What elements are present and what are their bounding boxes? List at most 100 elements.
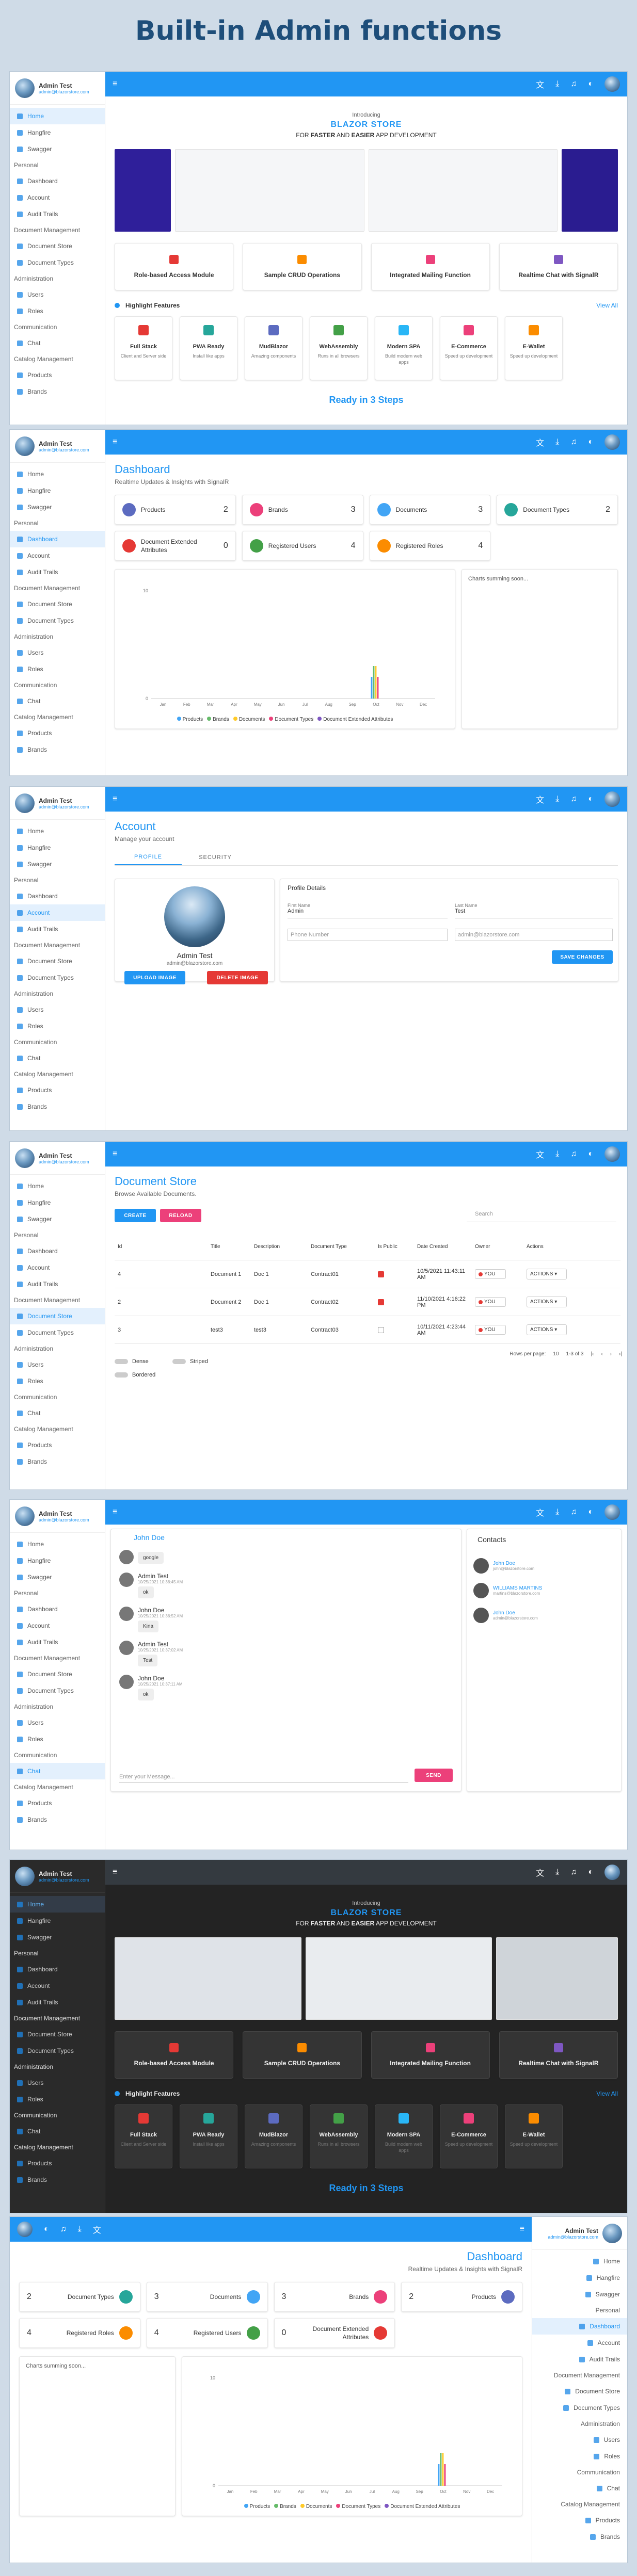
legend-item[interactable]: Products xyxy=(177,717,203,722)
theme-toggle-icon[interactable]: ◐ xyxy=(588,1508,593,1517)
notification-icon[interactable]: ♫ xyxy=(570,1868,577,1877)
striped-toggle[interactable]: Striped xyxy=(172,1358,208,1365)
user-card[interactable]: Admin Test admin@blazorstore.com xyxy=(10,1142,105,1175)
sidebar-item[interactable]: Dashboard xyxy=(10,1243,105,1259)
sidebar-item[interactable]: Roles xyxy=(10,1373,105,1389)
sidebar-item[interactable]: Users xyxy=(10,1356,105,1373)
search-input[interactable]: Search xyxy=(467,1211,616,1222)
theme-toggle-icon[interactable]: ◐ xyxy=(588,795,593,804)
notification-icon[interactable]: ♫ xyxy=(570,1149,577,1159)
sidebar-item[interactable]: Document Types xyxy=(10,1324,105,1341)
next-page-icon[interactable]: › xyxy=(610,1351,612,1357)
sidebar-item[interactable]: Swagger xyxy=(532,2286,627,2303)
sidebar-item[interactable]: Dashboard xyxy=(10,888,105,904)
theme-toggle-icon[interactable]: ◐ xyxy=(588,79,593,89)
feature-card[interactable]: Role-based Access Module xyxy=(115,243,234,290)
sidebar-item[interactable]: Account xyxy=(10,1617,105,1634)
highlight-card[interactable]: E-Wallet Speed up development xyxy=(505,316,563,380)
email-field[interactable]: admin@blazorstore.com xyxy=(455,929,613,941)
contact-item[interactable]: John Doe admin@blazorstore.com xyxy=(473,1608,613,1623)
stat-card[interactable]: Registered Users 4 xyxy=(242,531,363,561)
contact-item[interactable]: WILLIAMS MARTINS martins@blazorstore.com xyxy=(473,1583,613,1598)
user-card[interactable]: Admin Test admin@blazorstore.com xyxy=(532,2217,627,2250)
sidebar-item[interactable]: Audit Trails xyxy=(10,206,105,222)
sidebar-item[interactable]: Document Store xyxy=(10,238,105,254)
feature-card[interactable]: Sample CRUD Operations xyxy=(243,243,362,290)
user-card[interactable]: Admin Test admin@blazorstore.com xyxy=(10,1860,105,1893)
sidebar-item[interactable]: Hangfire xyxy=(10,124,105,141)
send-button[interactable]: SEND xyxy=(415,1769,453,1782)
legend-item[interactable]: Document Types xyxy=(269,717,313,722)
sidebar-item[interactable]: Document Store xyxy=(532,2383,627,2400)
sidebar-item[interactable]: Roles xyxy=(10,2091,105,2108)
feature-card[interactable]: Integrated Mailing Function xyxy=(371,243,490,290)
stat-card[interactable]: Document Types 2 xyxy=(497,495,618,525)
sidebar-item[interactable]: Audit Trails xyxy=(10,1276,105,1292)
legend-item[interactable]: Document Types xyxy=(336,2504,380,2509)
rows-per-page-select[interactable]: 10 xyxy=(553,1351,559,1357)
sidebar-item[interactable]: Audit Trails xyxy=(10,1634,105,1650)
reload-button[interactable]: RELOAD xyxy=(160,1209,201,1222)
sidebar-item[interactable]: Swagger xyxy=(10,1929,105,1946)
sidebar-item[interactable]: Hangfire xyxy=(10,482,105,499)
sidebar-item[interactable]: Audit Trails xyxy=(10,1994,105,2011)
column-header[interactable]: Date Created xyxy=(414,1244,472,1250)
sidebar-item[interactable]: Products xyxy=(10,1082,105,1098)
sidebar-item[interactable]: Roles xyxy=(10,1018,105,1034)
stat-card[interactable]: Documents 3 xyxy=(146,2282,268,2312)
sidebar-item[interactable]: Audit Trails xyxy=(10,564,105,580)
sidebar-item[interactable]: Account xyxy=(10,189,105,206)
sidebar-item[interactable]: Chat xyxy=(10,1763,105,1779)
tab-profile[interactable]: PROFILE xyxy=(115,850,182,865)
prev-page-icon[interactable]: ‹ xyxy=(601,1351,602,1357)
menu-icon[interactable]: ≡ xyxy=(113,79,117,89)
stat-card[interactable]: Products 2 xyxy=(401,2282,522,2312)
sidebar-item[interactable]: Document Store xyxy=(10,953,105,969)
translate-icon[interactable]: 文 xyxy=(536,1866,544,1878)
sidebar-item[interactable]: Roles xyxy=(10,1731,105,1747)
legend-item[interactable]: Brands xyxy=(274,2504,296,2509)
stat-card[interactable]: Registered Roles 4 xyxy=(19,2318,140,2348)
menu-icon[interactable]: ≡ xyxy=(113,438,117,447)
sidebar-item[interactable]: Swagger xyxy=(10,1211,105,1227)
table-row[interactable]: 2 Document 2 Doc 1 Contract02 11/10/2021 4:1… xyxy=(115,1288,620,1316)
sidebar-item[interactable]: Account xyxy=(10,904,105,921)
phone-field[interactable]: Phone Number xyxy=(288,929,448,941)
theme-toggle-icon[interactable]: ◐ xyxy=(588,1149,593,1159)
sidebar-item[interactable]: Roles xyxy=(10,303,105,319)
sidebar-item[interactable]: Home xyxy=(10,1536,105,1552)
column-header[interactable]: Id xyxy=(115,1244,208,1250)
menu-icon[interactable]: ≡ xyxy=(113,1868,117,1877)
notification-icon[interactable]: ♫ xyxy=(570,1508,577,1517)
legend-item[interactable]: Document Extended Attributes xyxy=(317,717,393,722)
last-page-icon[interactable]: ›| xyxy=(619,1351,622,1357)
user-card[interactable]: Admin Test admin@blazorstore.com xyxy=(10,1500,105,1533)
feature-card[interactable]: Realtime Chat with SignalR xyxy=(499,243,618,290)
sidebar-item[interactable]: Dashboard xyxy=(10,173,105,189)
sidebar-item[interactable]: Home xyxy=(10,466,105,482)
column-header[interactable]: Document Type xyxy=(308,1244,375,1250)
highlight-card[interactable]: MudBlazor Amazing components xyxy=(245,2104,302,2168)
highlight-card[interactable]: WebAssembly Runs in all browsers xyxy=(310,2104,368,2168)
stat-card[interactable]: Brands 3 xyxy=(274,2282,395,2312)
sidebar-item[interactable]: Chat xyxy=(10,1405,105,1421)
sidebar-item[interactable]: Products xyxy=(10,725,105,741)
sidebar-item[interactable]: Users xyxy=(10,286,105,303)
highlight-card[interactable]: E-Wallet Speed up development xyxy=(505,2104,563,2168)
legend-item[interactable]: Brands xyxy=(207,717,229,722)
menu-icon[interactable]: ≡ xyxy=(113,1508,117,1517)
notification-icon[interactable]: ♫ xyxy=(570,795,577,804)
highlight-card[interactable]: Modern SPA Build modern web apps xyxy=(375,2104,433,2168)
feature-card[interactable]: Integrated Mailing Function xyxy=(371,2031,490,2079)
sidebar-item[interactable]: Brands xyxy=(10,383,105,400)
table-row[interactable]: 3 test3 test3 Contract03 10/11/2021 4:23:44 … xyxy=(115,1316,620,1344)
highlight-card[interactable]: PWA Ready Install like apps xyxy=(180,2104,237,2168)
highlight-card[interactable]: E-Commerce Speed up development xyxy=(440,2104,498,2168)
bordered-toggle[interactable]: Bordered xyxy=(115,1372,155,1378)
is-public-checkbox[interactable] xyxy=(378,1271,384,1277)
sidebar-item[interactable]: Document Types xyxy=(10,254,105,271)
sidebar-item[interactable]: Chat xyxy=(10,1050,105,1066)
highlight-card[interactable]: PWA Ready Install like apps xyxy=(180,316,237,380)
avatar[interactable] xyxy=(604,791,620,807)
stat-card[interactable]: Registered Users 4 xyxy=(146,2318,268,2348)
